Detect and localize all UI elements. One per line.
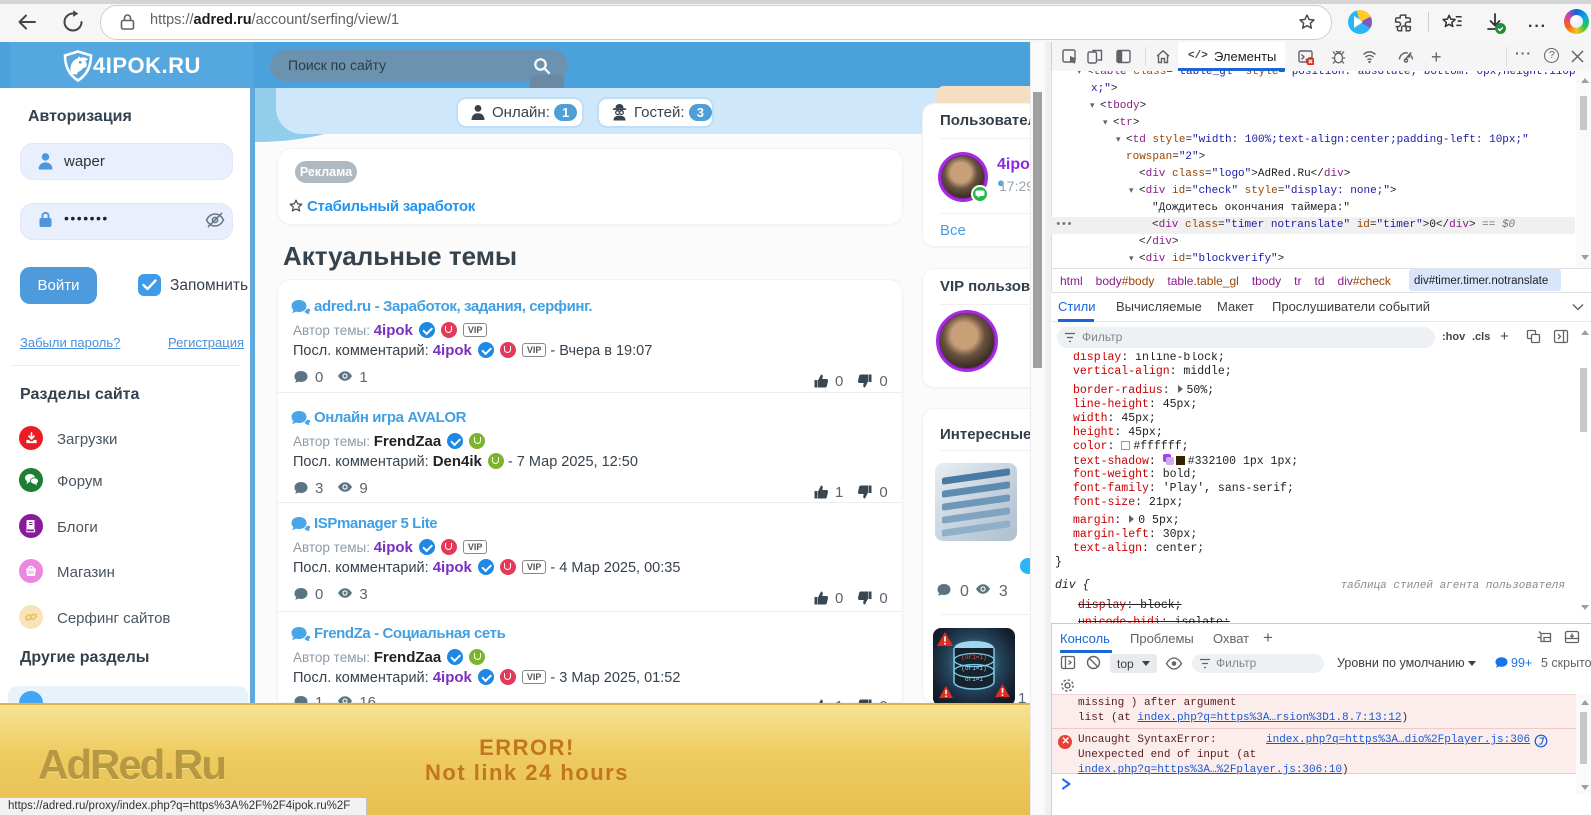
svg-text:(or1=1): (or1=1) [961, 654, 986, 661]
svg-text:or1=1: or1=1 [965, 676, 983, 683]
svg-text:(or1=1): (or1=1) [961, 665, 986, 672]
